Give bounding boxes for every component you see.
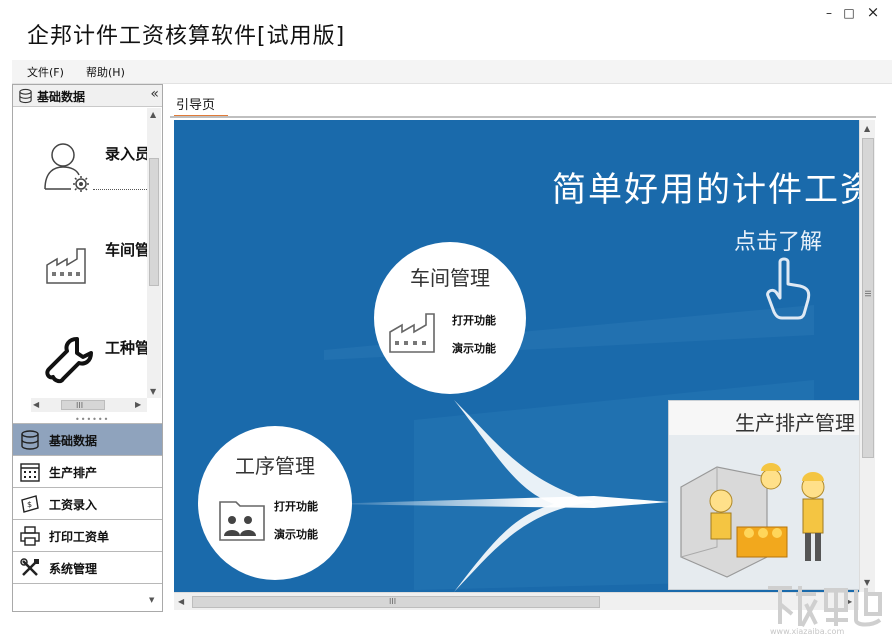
scroll-left-arrow-icon[interactable]: ◀ <box>33 400 39 409</box>
tab-guide[interactable]: 引导页 <box>176 94 215 113</box>
money-icon: $ <box>21 495 39 513</box>
nav-overflow-arrow-icon[interactable]: ▼ <box>149 596 154 604</box>
svg-text:$: $ <box>27 500 32 509</box>
module-item-workshop[interactable]: 车间管 <box>13 209 147 309</box>
nav-wage-entry[interactable]: $ 工资录入 <box>13 487 162 519</box>
left-horizontal-scrollbar[interactable]: ◀ III ▶ <box>31 398 147 412</box>
left-panel: 基础数据 « 录入员 车间管 工种管 ▲ ▼ ◀ III ▶ •••••• 基础… <box>12 84 163 612</box>
left-panel-title: 基础数据 <box>37 90 86 104</box>
workshop-demo-button[interactable]: 演示功能 <box>452 340 496 356</box>
module-label: 工种管 <box>105 339 147 357</box>
nav-label: 系统管理 <box>49 562 98 576</box>
calendar-icon <box>20 463 40 482</box>
nav-production-schedule[interactable]: 生产排产 <box>13 455 162 487</box>
scroll-thumb[interactable] <box>149 158 159 286</box>
nav-system-management[interactable]: 系统管理 <box>13 551 162 583</box>
nav-label: 打印工资单 <box>49 530 110 544</box>
process-title: 工序管理 <box>235 454 315 478</box>
tab-strip: 引导页 <box>170 84 892 118</box>
guide-page-canvas: 简单好用的计件工资 点击了解 车间管理 打开功能 演示功能 工序管理 打开功能 … <box>174 120 859 592</box>
app-title: 企邦计件工资核算软件[试用版] <box>27 24 346 49</box>
workshop-title: 车间管理 <box>410 266 490 290</box>
scroll-thumb[interactable]: III <box>862 138 874 458</box>
scroll-grip: III <box>389 597 397 606</box>
maximize-button[interactable]: □ <box>838 6 860 20</box>
content-vertical-scrollbar[interactable]: ▲ III ▼ <box>859 120 875 592</box>
scroll-up-arrow-icon[interactable]: ▲ <box>150 110 156 119</box>
content-top-border <box>170 116 876 118</box>
guide-headline: 简单好用的计件工资 <box>552 170 859 210</box>
module-item-worktype[interactable]: 工种管 <box>13 309 147 409</box>
nav-label: 生产排产 <box>49 466 98 480</box>
module-item-operator[interactable]: 录入员 <box>13 109 147 209</box>
watermark-logo: www.xiazaiba.com <box>768 586 882 636</box>
team-folder-icon <box>219 501 265 541</box>
collapse-panel-button[interactable]: « <box>150 86 159 102</box>
close-button[interactable]: × <box>862 3 884 21</box>
nav-label: 基础数据 <box>49 434 98 448</box>
process-open-button[interactable]: 打开功能 <box>274 498 318 514</box>
factory-icon <box>46 248 86 284</box>
wrench-icon <box>45 337 93 384</box>
production-title: 生产排产管理 <box>669 401 859 435</box>
left-vertical-scrollbar[interactable]: ▲ ▼ <box>147 108 161 398</box>
minimize-button[interactable]: – <box>818 6 840 20</box>
nav-print-payslip[interactable]: 打印工资单 <box>13 519 162 551</box>
svg-text:www.xiazaiba.com: www.xiazaiba.com <box>770 627 844 636</box>
scroll-grip: III <box>863 289 873 298</box>
tools-icon <box>20 558 39 576</box>
workshop-open-button[interactable]: 打开功能 <box>452 312 496 328</box>
scroll-up-arrow-icon[interactable]: ▲ <box>864 124 870 133</box>
scroll-left-arrow-icon[interactable]: ◀ <box>178 597 184 606</box>
menu-bar: 文件(F) 帮助(H) <box>12 60 892 84</box>
left-panel-header: 基础数据 « <box>13 85 162 107</box>
scroll-thumb[interactable]: III <box>192 596 600 608</box>
factory-icon <box>389 313 435 353</box>
production-illustration <box>680 463 825 578</box>
title-bar: 企邦计件工资核算软件[试用版] – □ × <box>0 0 892 58</box>
learn-more-link[interactable]: 点击了解 <box>734 224 822 256</box>
scroll-down-arrow-icon[interactable]: ▼ <box>150 387 156 396</box>
database-icon <box>19 88 32 104</box>
nav-label: 工资录入 <box>49 498 98 512</box>
menu-file[interactable]: 文件(F) <box>27 64 64 80</box>
nav-basic-data[interactable]: 基础数据 <box>13 423 162 455</box>
content-horizontal-scrollbar[interactable]: ◀ III ▶ <box>174 592 859 610</box>
scroll-thumb[interactable]: III <box>61 400 105 410</box>
menu-help[interactable]: 帮助(H) <box>86 64 125 80</box>
nav-overflow-area: ▼ <box>13 583 162 611</box>
user-settings-icon <box>44 143 89 192</box>
module-label: 录入员 <box>105 145 147 163</box>
printer-icon <box>20 526 40 546</box>
focus-dotted-line <box>93 189 147 190</box>
workshop-management-card[interactable]: 车间管理 打开功能 演示功能 <box>374 242 526 394</box>
module-label: 车间管 <box>105 241 147 259</box>
process-management-card[interactable]: 工序管理 打开功能 演示功能 <box>198 426 352 580</box>
process-demo-button[interactable]: 演示功能 <box>274 526 318 542</box>
scroll-right-arrow-icon[interactable]: ▶ <box>135 400 141 409</box>
scroll-grip: III <box>76 401 84 410</box>
database-icon <box>21 430 39 450</box>
hand-pointer-icon[interactable] <box>766 256 818 320</box>
production-scheduling-card[interactable]: 生产排产管理 <box>668 400 859 590</box>
